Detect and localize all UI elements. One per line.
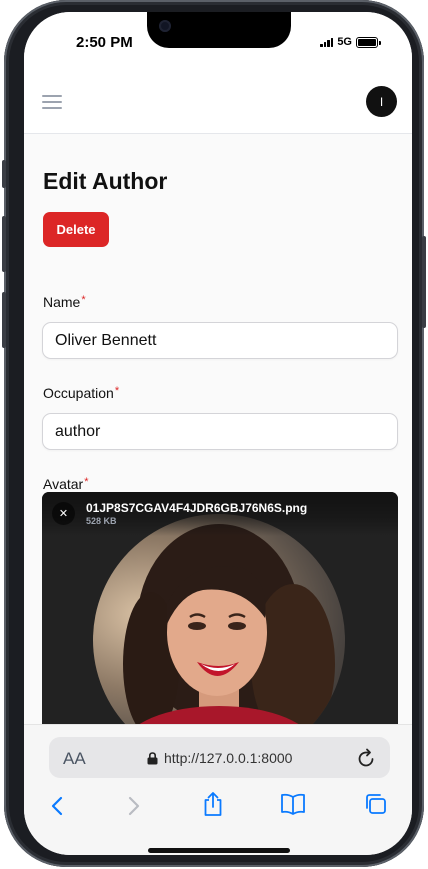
avatar-photo xyxy=(93,514,345,742)
forward-icon[interactable] xyxy=(127,795,141,817)
close-icon[interactable]: ✕ xyxy=(52,502,75,525)
screen: 2:50 PM 5G I Edit Author Delete Name* Ol… xyxy=(24,12,412,855)
camera-icon xyxy=(159,20,171,32)
back-icon[interactable] xyxy=(50,795,64,817)
share-icon[interactable] xyxy=(202,791,224,817)
user-avatar-button[interactable]: I xyxy=(366,86,397,117)
volume-down-button xyxy=(2,292,6,348)
upload-file-name: 01JP8S7CGAV4F4JDR6GBJ76N6S.png xyxy=(86,501,308,515)
signal-icon xyxy=(320,37,334,47)
bookmarks-icon[interactable] xyxy=(280,793,306,815)
avatar-label-text: Avatar xyxy=(43,476,84,492)
app-header: I xyxy=(24,68,412,134)
name-input[interactable] xyxy=(42,322,398,359)
name-label-text: Name xyxy=(43,294,81,310)
occupation-input[interactable] xyxy=(42,413,398,450)
tabs-icon[interactable] xyxy=(364,793,388,815)
required-mark: * xyxy=(114,385,120,397)
status-indicators: 5G xyxy=(320,36,381,48)
notch xyxy=(147,12,291,48)
url-display: http://127.0.0.1:8000 xyxy=(147,750,292,766)
delete-button[interactable]: Delete xyxy=(43,212,109,247)
upload-file-size: 528 KB xyxy=(86,516,117,526)
main-content: Edit Author Delete Name* Occupation* Ava… xyxy=(24,134,412,742)
battery-icon xyxy=(356,36,381,48)
text-size-button[interactable]: AA xyxy=(63,749,86,769)
required-mark: * xyxy=(84,476,89,488)
network-type: 5G xyxy=(337,36,352,48)
avatar-upload[interactable]: ✕ 01JP8S7CGAV4F4JDR6GBJ76N6S.png 528 KB xyxy=(42,492,398,742)
address-bar[interactable]: AA http://127.0.0.1:8000 xyxy=(49,737,390,778)
reload-icon[interactable] xyxy=(357,748,376,768)
avatar-label: Avatar* xyxy=(43,476,89,492)
browser-toolbar: AA http://127.0.0.1:8000 xyxy=(24,724,412,855)
required-mark: * xyxy=(81,294,86,306)
menu-icon[interactable] xyxy=(42,95,62,109)
status-bar: 2:50 PM 5G xyxy=(24,12,412,68)
occupation-label: Occupation* xyxy=(43,385,119,401)
lock-icon xyxy=(147,751,158,764)
volume-up-button xyxy=(2,216,6,272)
power-button xyxy=(422,236,426,328)
portrait-illustration xyxy=(123,524,335,742)
phone-frame: 2:50 PM 5G I Edit Author Delete Name* Ol… xyxy=(2,0,426,867)
occupation-label-text: Occupation xyxy=(43,385,114,401)
home-indicator xyxy=(148,848,290,853)
safari-nav-bar xyxy=(24,789,412,829)
name-label: Name* xyxy=(43,294,86,310)
status-time: 2:50 PM xyxy=(76,34,133,51)
page-title: Edit Author xyxy=(43,168,168,194)
mute-switch xyxy=(2,160,6,188)
url-text: http://127.0.0.1:8000 xyxy=(164,750,293,766)
